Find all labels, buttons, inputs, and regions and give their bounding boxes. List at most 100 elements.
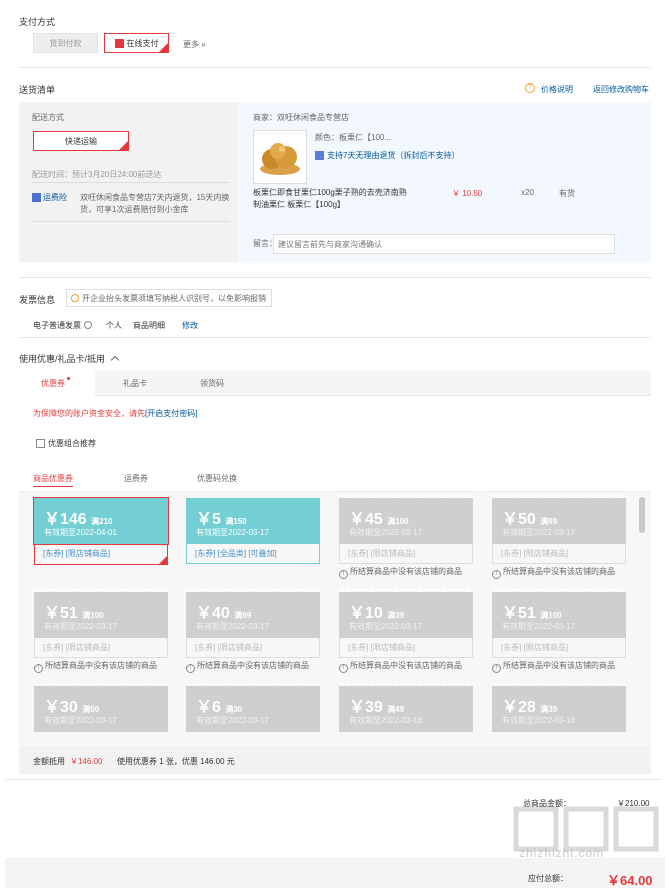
coupon-face: ￥51 满100 有效期至2022-03-17	[34, 592, 168, 638]
coupon-card[interactable]: ￥10 满39 有效期至2022-03-17 [东券] [限店铺商品]! 所结算商品中…	[339, 589, 473, 673]
coupon-face: ￥10 满39 有效期至2022-03-17	[339, 592, 473, 638]
coupon-amount-value: ￥10	[349, 605, 383, 622]
online-pay-icon	[114, 38, 124, 48]
coupon-note: ! 所结算商品中没有该店铺的商品	[34, 660, 157, 673]
coupon-face: ￥6 满30 有效期至2022-03-17	[186, 686, 320, 732]
insurance-badge-label: 运费险	[43, 192, 67, 202]
coupon-tags: [东券] [限店铺商品]	[492, 544, 626, 564]
checkbox-icon[interactable]	[36, 439, 45, 448]
coupon-amount: ￥40 满99	[196, 599, 251, 623]
coupon-note-text: 所结算商品中没有该店铺的商品	[45, 661, 157, 670]
summary-text: 使用优惠券 1 张，优惠 146.00 元	[117, 757, 235, 766]
summary-amount: ￥146.00	[70, 757, 103, 766]
coupon-amount: ￥146 满210	[44, 505, 113, 529]
discount-title-label: 使用优惠/礼品卡/抵用	[19, 354, 106, 364]
coupon-expire: 有效期至2022-03-17	[196, 622, 269, 631]
delivery-method-label: 配送方式	[32, 113, 64, 122]
online-pay-button[interactable]: 在线支付	[104, 33, 169, 53]
tab-coupons-label: 优惠券	[41, 379, 65, 388]
subtab-code-exchange[interactable]: 优惠码兑换	[197, 473, 237, 484]
invoice-edit-link[interactable]: 修改	[182, 320, 198, 331]
coupon-note: ! 所结算商品中没有该店铺的商品	[186, 660, 309, 673]
coupon-condition: 满100	[82, 611, 104, 620]
coupon-amount-value: ￥5	[196, 511, 221, 528]
coupon-card[interactable]: ￥146 满210 有效期至2022-04-01 [东券] [限店铺商品]	[33, 497, 169, 565]
coupon-card[interactable]: ￥51 满100 有效期至2022-03-17 [东券] [限店铺商品]! 所结算商品…	[492, 589, 626, 673]
coupon-amount: ￥10 满39	[349, 599, 404, 623]
note-input[interactable]	[273, 234, 615, 254]
coupon-note-text: 所结算商品中没有该店铺的商品	[197, 661, 309, 670]
tab-redeem-code[interactable]: 领货码	[200, 378, 224, 389]
coupon-face: ￥45 满100 有效期至2022-03-17	[339, 498, 473, 544]
summary-label: 金额抵用	[33, 757, 65, 766]
coupon-tags: [东券] [全品类] [可叠加]	[186, 544, 320, 564]
cod-button[interactable]: 货到付款	[33, 33, 98, 53]
subtab-freight-coupon[interactable]: 运费券	[124, 473, 148, 484]
coupon-condition: 满150	[225, 517, 247, 526]
return-policy: 支持7天无理由退货（拆封后不支持）	[315, 150, 459, 160]
insurance-text: 双旺休闲食品专营店7天内退货，15天内换货，可享1次运费赔付到小金库	[80, 193, 230, 214]
selected-corner-icon	[119, 141, 128, 150]
coupon-card[interactable]: ￥6 满30 有效期至2022-03-17	[186, 683, 320, 745]
express-button[interactable]: 快递运输	[33, 131, 129, 151]
item-color: 颜色：板栗仁【100...	[315, 133, 392, 142]
coupon-condition: 满39	[540, 705, 558, 714]
watermark-text: zhizhizhi.com	[519, 846, 605, 860]
coupon-card[interactable]: ￥30 满50 有效期至2022-03-17	[34, 683, 168, 745]
coupon-card[interactable]: ￥39 满49 有效期至2022-03-18	[339, 683, 473, 745]
coupon-tags: [东券] [限店铺商品]	[339, 544, 473, 564]
coupon-condition: 满100	[540, 611, 562, 620]
chestnut-image-icon	[260, 143, 300, 175]
online-pay-label: 在线支付	[126, 38, 159, 48]
coupon-card[interactable]: ￥40 满99 有效期至2022-03-17 [东券] [限店铺商品]! 所结算商品中…	[186, 589, 320, 673]
coupon-amount: ￥30 满50	[44, 693, 99, 717]
insurance-badge: 运费险	[32, 192, 67, 202]
coupon-card[interactable]: ￥28 满39 有效期至2022-03-18	[492, 683, 626, 745]
combo-label: 优惠组合推荐	[48, 439, 96, 448]
info-icon: !	[339, 570, 348, 579]
coupon-card[interactable]: ￥45 满100 有效期至2022-03-17 [东券] [限店铺商品]! 所结算商品…	[339, 495, 473, 579]
discount-title[interactable]: 使用优惠/礼品卡/抵用	[19, 352, 119, 365]
delivery-time: 配送时间：预计3月20日24:00前送达	[32, 170, 162, 179]
combo-checkbox[interactable]: 优惠组合推荐	[36, 438, 96, 449]
security-warning-text: 为保障您的账户资金安全，请先	[33, 409, 145, 418]
back-cart-link[interactable]: 返回修改购物车	[593, 84, 649, 95]
tab-coupons[interactable]: 优惠券	[19, 371, 95, 396]
selected-corner-icon	[159, 43, 168, 52]
subtab-goods-coupon[interactable]: 商品优惠券	[33, 473, 73, 487]
coupon-card[interactable]: ￥51 满100 有效期至2022-03-17 [东券] [限店铺商品]! 所结算商品…	[34, 589, 168, 673]
coupon-amount-value: ￥28	[502, 699, 536, 716]
coupon-face: ￥30 满50 有效期至2022-03-17	[34, 686, 168, 732]
coupon-card[interactable]: ￥50 满99 有效期至2022-03-17 [东券] [限店铺商品]! 所结算商品中…	[492, 495, 626, 579]
invoice-tip-text: 开企业抬头发票须填写纳税人识别号，以免影响报销	[82, 293, 266, 303]
coupon-face: ￥40 满99 有效期至2022-03-17	[186, 592, 320, 638]
invoice-tip: 开企业抬头发票须填写纳税人识别号，以免影响报销	[66, 289, 272, 307]
product-image[interactable]	[253, 130, 307, 184]
coupon-scrollbar[interactable]	[639, 497, 645, 533]
item-name[interactable]: 板栗仁即食甘栗仁100g栗子熟的去壳济南熟制油栗仁 板栗仁【100g】	[253, 187, 413, 211]
price-info-icon: ?	[525, 83, 535, 93]
enable-password-link[interactable]: [开启支付密码]	[145, 409, 197, 418]
coupon-expire: 有效期至2022-03-18	[502, 716, 575, 725]
more-payment-link[interactable]: 更多 »	[183, 39, 206, 50]
coupon-note-text: 所结算商品中没有该店铺的商品	[350, 661, 462, 670]
express-label: 快递运输	[65, 136, 97, 146]
tab-giftcard[interactable]: 礼品卡	[123, 378, 147, 389]
coupon-amount: ￥6 满30	[196, 693, 242, 717]
return-icon	[315, 150, 324, 160]
invoice-personal: 个人	[106, 321, 122, 330]
coupon-expire: 有效期至2022-03-17	[196, 716, 269, 725]
coupon-condition: 满39	[387, 611, 405, 620]
coupon-tags: [东券] [限店铺商品]	[492, 638, 626, 658]
invoice-type: 电子普通发票	[33, 320, 93, 331]
item-qty: x20	[521, 188, 534, 197]
invoice-detail: 商品明细	[133, 321, 165, 330]
coupon-card[interactable]: ￥5 满150 有效期至2022-03-17 [东券] [全品类] [可叠加]	[186, 498, 320, 566]
coupon-tags: [东券] [限店铺商品]	[34, 544, 168, 565]
store-name: 商家：双旺休闲食品专营店	[253, 113, 349, 122]
price-note-link[interactable]: 价格说明	[541, 84, 573, 95]
coupon-expire: 有效期至2022-04-01	[44, 528, 117, 537]
coupon-amount: ￥50 满99	[502, 505, 557, 529]
coupon-condition: 满210	[91, 517, 113, 526]
coupon-face: ￥5 满150 有效期至2022-03-17	[186, 498, 320, 544]
